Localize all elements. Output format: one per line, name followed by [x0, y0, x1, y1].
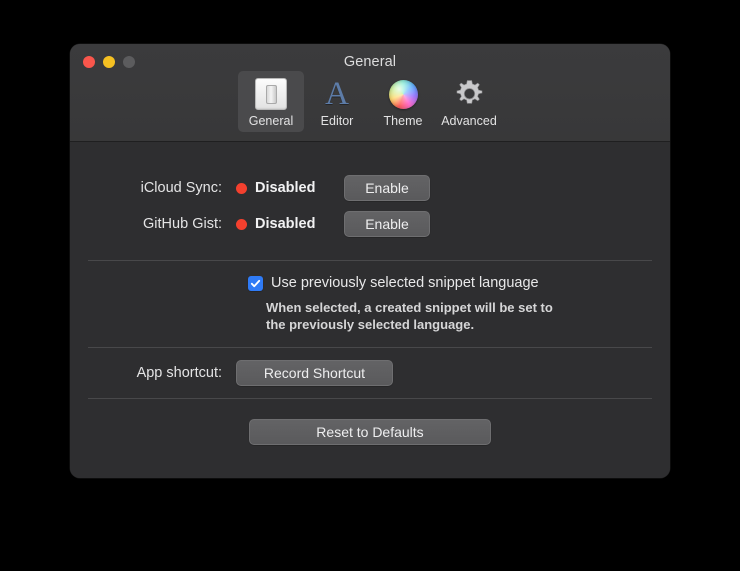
gist-status: Disabled	[236, 216, 344, 232]
serif-a-icon: A	[325, 75, 349, 112]
preferences-window: General General A Editor Theme Advanced …	[70, 44, 670, 478]
tab-editor[interactable]: A Editor	[304, 71, 370, 132]
row-app-shortcut: App shortcut: Record Shortcut	[70, 348, 670, 398]
preferences-body: iCloud Sync: Disabled Enable GitHub Gist…	[70, 142, 670, 478]
toolbar-tabs: General A Editor Theme Advanced	[70, 71, 670, 132]
snippet-language-label: Use previously selected snippet language	[271, 275, 539, 291]
snippet-language-row[interactable]: Use previously selected snippet language	[70, 275, 670, 291]
status-rows: iCloud Sync: Disabled Enable GitHub Gist…	[70, 142, 670, 242]
gist-status-text: Disabled	[255, 216, 316, 232]
icloud-status-text: Disabled	[255, 180, 316, 196]
tab-theme[interactable]: Theme	[370, 71, 436, 132]
icloud-sync-label: iCloud Sync:	[140, 180, 222, 196]
light-switch-icon	[254, 77, 288, 111]
reset-row: Reset to Defaults	[70, 399, 670, 445]
snippet-language-help-line2: the previously selected language.	[266, 317, 475, 332]
gist-enable-button[interactable]: Enable	[344, 211, 430, 237]
color-wheel-icon	[386, 77, 420, 111]
window-title: General	[343, 54, 397, 70]
row-icloud-sync: iCloud Sync: Disabled Enable	[70, 170, 670, 206]
desktop-background: General General A Editor Theme Advanced …	[0, 0, 740, 571]
snippet-language-checkbox[interactable]	[248, 275, 263, 291]
tab-advanced[interactable]: Advanced	[436, 71, 502, 132]
app-shortcut-label: App shortcut:	[136, 365, 222, 381]
row-github-gist: GitHub Gist: Disabled Enable	[70, 206, 670, 242]
icloud-enable-button[interactable]: Enable	[344, 175, 430, 201]
tab-general[interactable]: General	[238, 71, 304, 132]
tab-advanced-label: Advanced	[441, 114, 497, 128]
gear-icon	[452, 77, 486, 111]
tab-editor-label: Editor	[320, 114, 354, 128]
github-gist-label: GitHub Gist:	[143, 216, 222, 232]
window-toolbar: General General A Editor Theme Advanced	[70, 44, 670, 142]
snippet-language-help-line1: When selected, a created snippet will be…	[266, 300, 553, 315]
tab-theme-label: Theme	[383, 114, 423, 128]
snippet-language-help: When selected, a created snippet will be…	[70, 291, 596, 333]
icloud-status: Disabled	[236, 180, 344, 196]
reset-to-defaults-button[interactable]: Reset to Defaults	[249, 419, 491, 445]
tab-general-label: General	[248, 114, 294, 128]
status-dot-icon	[236, 182, 247, 194]
snippet-language-section: Use previously selected snippet language…	[70, 261, 670, 347]
record-shortcut-button[interactable]: Record Shortcut	[236, 360, 393, 386]
status-dot-icon	[236, 218, 247, 230]
